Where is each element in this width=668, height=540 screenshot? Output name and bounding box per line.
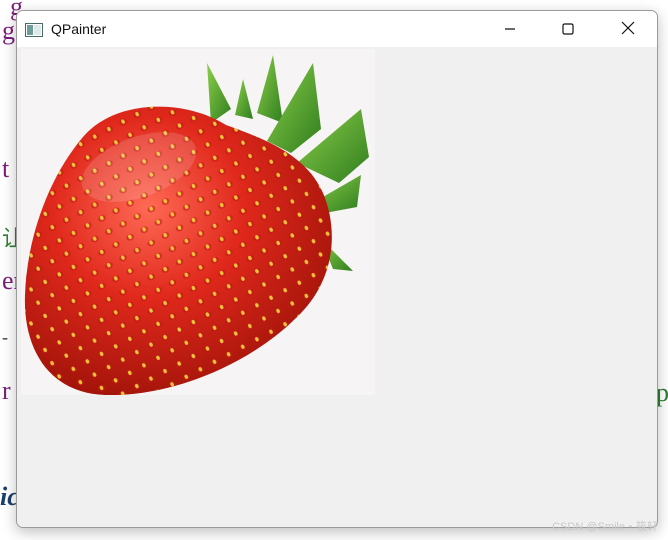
- maximize-button[interactable]: [539, 11, 597, 47]
- minimize-icon: [504, 20, 516, 39]
- watermark: CSDN @Smile・筱轩: [552, 521, 658, 533]
- qt-window-icon[interactable]: [25, 22, 43, 37]
- minimize-button[interactable]: [481, 11, 539, 47]
- strawberry-image: [21, 49, 375, 395]
- maximize-icon: [562, 20, 574, 39]
- qpainter-window: QPainter: [16, 10, 658, 528]
- window-title: QPainter: [51, 21, 107, 37]
- background-editor-fragment: -: [2, 327, 8, 347]
- title-bar[interactable]: QPainter: [17, 11, 657, 47]
- painter-canvas: [17, 47, 657, 527]
- close-icon: [621, 20, 635, 39]
- close-button[interactable]: [599, 11, 657, 47]
